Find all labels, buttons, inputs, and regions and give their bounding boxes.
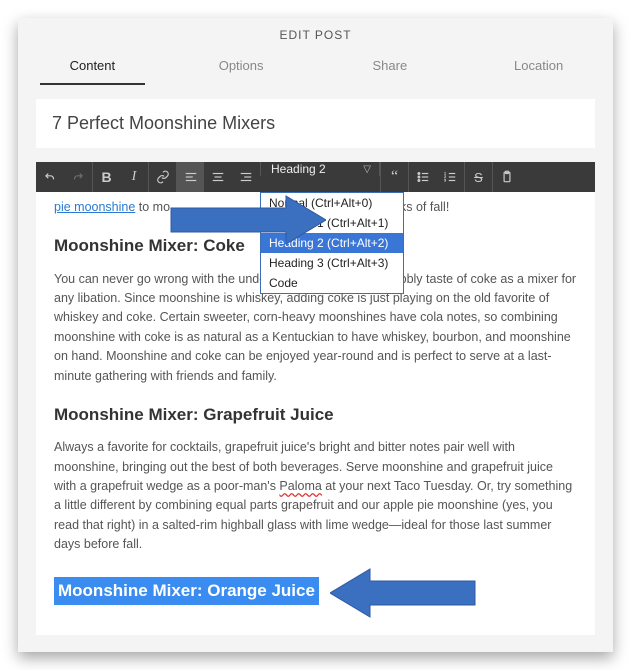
svg-text:3: 3 <box>444 179 446 183</box>
annotation-arrow-top <box>166 192 326 248</box>
tab-location[interactable]: Location <box>464 48 613 85</box>
undo-button[interactable] <box>36 162 64 192</box>
quote-button[interactable]: “ <box>380 162 408 192</box>
pie-moonshine-link[interactable]: pie moonshine <box>54 200 135 214</box>
annotation-arrow-bottom <box>330 565 480 621</box>
post-title-field[interactable]: 7 Perfect Moonshine Mixers <box>36 99 595 148</box>
heading-grapefruit: Moonshine Mixer: Grapefruit Juice <box>54 402 577 428</box>
tab-content[interactable]: Content <box>18 48 167 85</box>
align-left-button[interactable] <box>176 162 204 192</box>
link-button[interactable] <box>148 162 176 192</box>
format-select[interactable]: Heading 2 ▽ <box>260 162 380 176</box>
paloma-link[interactable]: Paloma <box>279 479 321 493</box>
tab-options[interactable]: Options <box>167 48 316 85</box>
heading-orange-selected: Moonshine Mixer: Orange Juice <box>54 577 319 605</box>
format-option-h3[interactable]: Heading 3 (Ctrl+Alt+3) <box>261 253 403 273</box>
chevron-down-icon: ▽ <box>363 164 371 175</box>
numbered-list-button[interactable]: 123 <box>436 162 464 192</box>
clipboard-button[interactable] <box>492 162 520 192</box>
strikethrough-button[interactable]: S <box>464 162 492 192</box>
page-title: EDIT POST <box>18 18 613 48</box>
tab-bar: Content Options Share Location <box>18 48 613 85</box>
format-select-value: Heading 2 <box>271 162 326 176</box>
toolbar: B I Heading 2 ▽ Normal (Ctrl+Alt+0) Head… <box>36 162 595 192</box>
paragraph-grapefruit: Always a favorite for cocktails, grapefr… <box>54 438 577 554</box>
redo-button[interactable] <box>64 162 92 192</box>
format-option-code[interactable]: Code <box>261 273 403 293</box>
italic-button[interactable]: I <box>120 162 148 192</box>
bold-button[interactable]: B <box>92 162 120 192</box>
editor: B I Heading 2 ▽ Normal (Ctrl+Alt+0) Head… <box>36 162 595 635</box>
bullet-list-button[interactable] <box>408 162 436 192</box>
tab-share[interactable]: Share <box>316 48 465 85</box>
align-right-button[interactable] <box>232 162 260 192</box>
align-center-button[interactable] <box>204 162 232 192</box>
